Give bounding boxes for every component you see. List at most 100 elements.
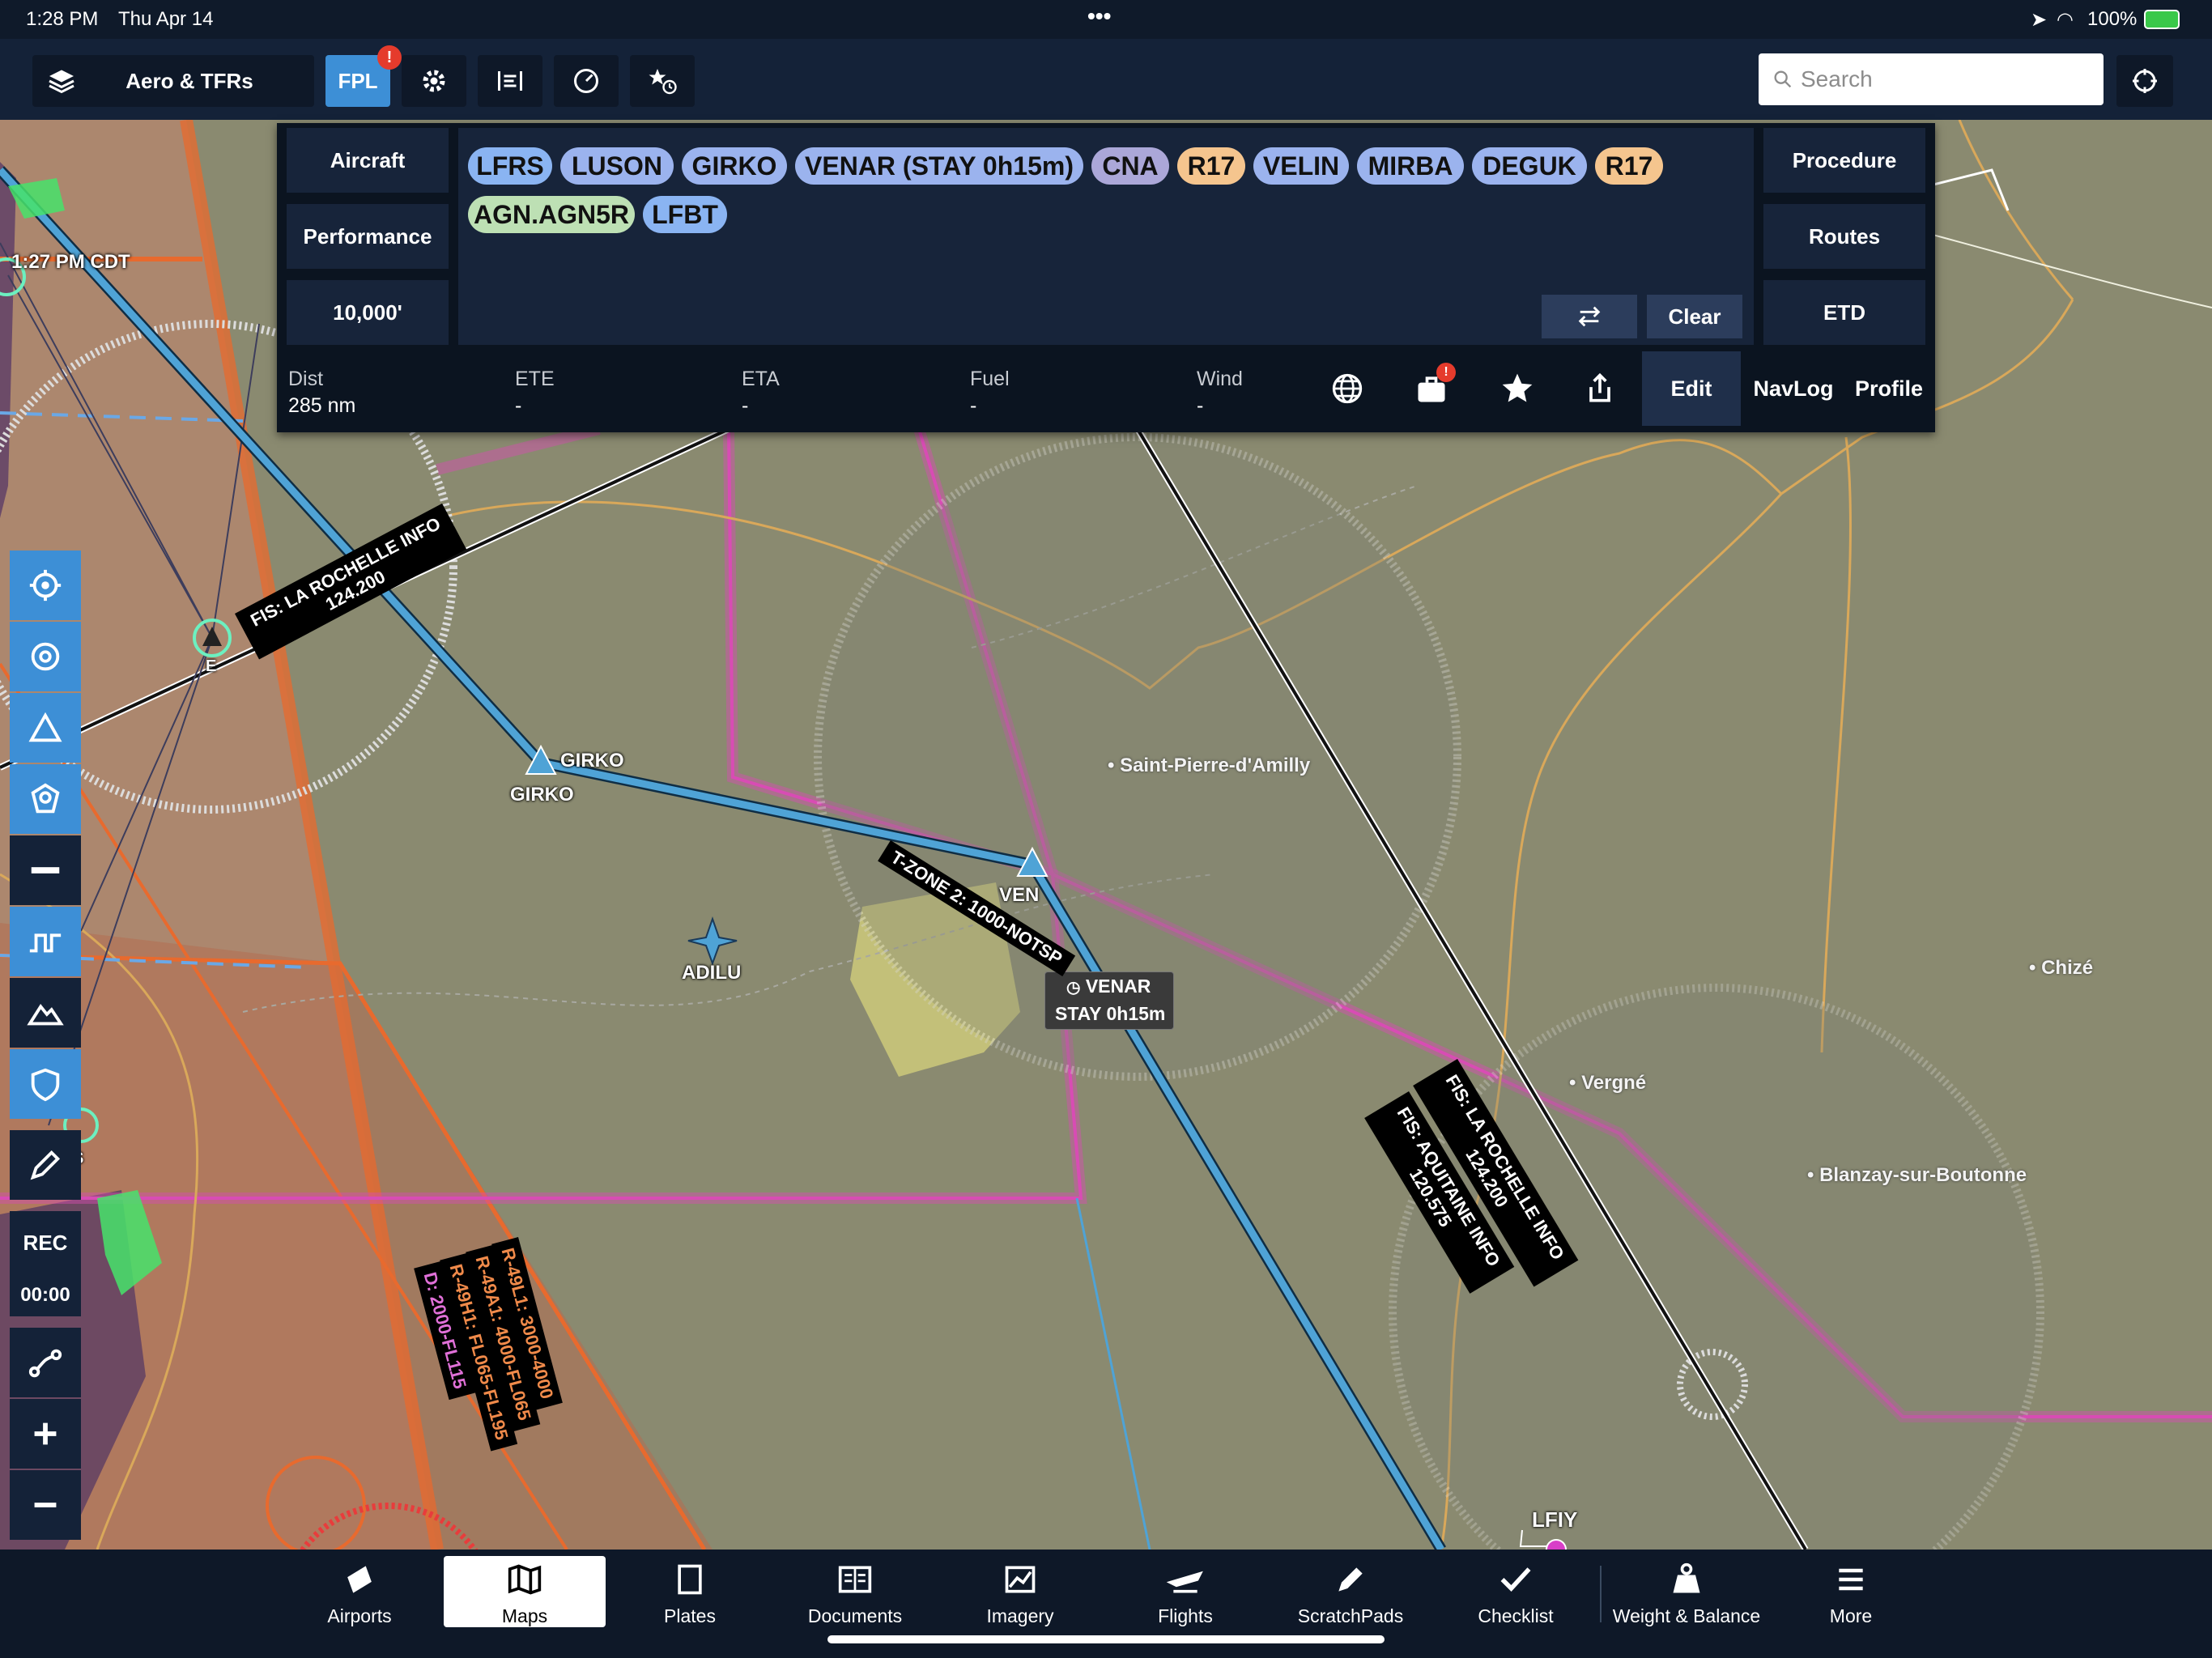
stat-distance: Dist 285 nm: [288, 368, 356, 417]
nav-flights[interactable]: Flights: [1104, 1556, 1266, 1627]
recording-control[interactable]: REC 00:00: [10, 1211, 81, 1316]
route-chip-mirba[interactable]: MIRBA: [1357, 147, 1464, 185]
share-icon[interactable]: [1582, 371, 1618, 406]
swap-arrows-icon: [1578, 306, 1601, 327]
target-icon: [29, 569, 62, 602]
multitask-dots[interactable]: •••: [1087, 3, 1111, 29]
town-saint-pierre-d-amilly: • Saint-Pierre-d'Amilly: [1108, 755, 1311, 776]
route-chip-lfbt[interactable]: LFBT: [643, 196, 727, 233]
fpl-alert-badge: !: [377, 45, 402, 70]
waypoint-label-adilu[interactable]: ADILU: [682, 962, 741, 984]
recents-button[interactable]: [630, 55, 695, 107]
nav-weight-balance[interactable]: Weight & Balance: [1600, 1556, 1773, 1627]
waypoint-label-girko[interactable]: GIRKO: [560, 750, 624, 772]
nav-divider: [1600, 1566, 1602, 1622]
route-chip-velin[interactable]: VELIN: [1253, 147, 1349, 185]
scratchpad-pen-icon: [1338, 1567, 1363, 1592]
tab-edit[interactable]: Edit: [1642, 351, 1741, 426]
nav-documents[interactable]: Documents: [774, 1556, 936, 1627]
tab-navlog[interactable]: NavLog: [1744, 351, 1843, 426]
rec-timer: 00:00: [20, 1284, 70, 1306]
map-icon: [508, 1564, 542, 1595]
venar-hold-callout[interactable]: ◷ VENAR STAY 0h15m: [1044, 971, 1174, 1030]
zoom-in-button[interactable]: [10, 1399, 81, 1469]
ownship-button[interactable]: [10, 622, 81, 691]
plus-icon: [34, 1422, 57, 1445]
battery-percent: 100%: [2087, 8, 2138, 30]
plane-icon: [1166, 1571, 1203, 1593]
crosshair-icon: [2133, 69, 2157, 93]
terrain-button[interactable]: [10, 978, 81, 1048]
airport-label-lfiy[interactable]: LFIY: [1532, 1507, 1577, 1533]
declutter-button[interactable]: [478, 55, 542, 107]
vor-label-e: E: [206, 657, 217, 675]
zoom-out-button[interactable]: [10, 1470, 81, 1540]
traffic-button[interactable]: [10, 693, 81, 763]
briefcase-alert-badge: !: [1436, 363, 1456, 382]
profile-view-button[interactable]: [10, 907, 81, 976]
map-clock: 1:27 PM CDT: [11, 251, 130, 273]
airway-shield-button[interactable]: [10, 1049, 81, 1119]
square-wave-icon: [29, 933, 62, 953]
center-location-button[interactable]: [2116, 55, 2173, 107]
route-nodes-icon: [28, 1349, 62, 1378]
clear-route-button[interactable]: Clear: [1647, 295, 1742, 338]
route-chip-deguk[interactable]: DEGUK: [1472, 147, 1587, 185]
globe-icon[interactable]: [1329, 371, 1365, 406]
reverse-route-button[interactable]: [1542, 295, 1637, 338]
location-icon: ➤: [2031, 9, 2048, 31]
settings-button[interactable]: [402, 55, 466, 107]
wind-button[interactable]: [10, 764, 81, 834]
stat-eta: ETA -: [742, 368, 780, 417]
nav-imagery[interactable]: Imagery: [939, 1556, 1101, 1627]
search-field[interactable]: Search: [1759, 53, 2104, 105]
status-date: Thu Apr 14: [118, 8, 214, 30]
nav-checklist[interactable]: Checklist: [1435, 1556, 1597, 1627]
instruments-button[interactable]: [554, 55, 619, 107]
performance-button[interactable]: Performance: [287, 204, 449, 269]
route-chip-lfrs[interactable]: LFRS: [468, 147, 552, 185]
stat-wind: Wind -: [1197, 368, 1243, 417]
nav-scratchpads[interactable]: ScratchPads: [1270, 1556, 1431, 1627]
route-editor[interactable]: LFRS LUSON GIRKO VENAR (STAY 0h15m) CNA …: [458, 128, 1754, 345]
route-chip-girko[interactable]: GIRKO: [682, 147, 787, 185]
nav-plates[interactable]: Plates: [609, 1556, 771, 1627]
briefcase-button[interactable]: !: [1414, 363, 1456, 406]
minus-icon: [34, 1503, 57, 1507]
status-bar: 1:28 PM Thu Apr 14 ••• ➤ ◠ 100%: [0, 0, 2212, 39]
nav-more[interactable]: More: [1770, 1556, 1932, 1627]
tab-profile[interactable]: Profile: [1843, 351, 1935, 426]
waypoint-label-girko-secondary[interactable]: GIRKO: [510, 784, 574, 806]
venar-callout-name: VENAR: [1085, 976, 1151, 997]
etd-button[interactable]: ETD: [1763, 280, 1925, 345]
fpl-button[interactable]: FPL !: [325, 45, 402, 107]
nav-maps[interactable]: Maps: [444, 1556, 606, 1627]
waypoint-label-venar-partial[interactable]: VEN: [999, 884, 1039, 907]
imagery-icon: [1005, 1566, 1036, 1593]
route-chip-agn5r[interactable]: AGN.AGN5R: [468, 196, 635, 233]
star-icon[interactable]: [1499, 371, 1535, 406]
route-tool-button[interactable]: [10, 1328, 81, 1397]
map-declutter-icon: [498, 71, 522, 91]
routes-button[interactable]: Routes: [1763, 204, 1925, 269]
aircraft-button[interactable]: Aircraft: [287, 128, 449, 193]
stat-fuel: Fuel -: [970, 368, 1010, 417]
altitude-button[interactable]: 10,000': [287, 280, 449, 345]
weight-icon: [1673, 1562, 1700, 1593]
runway-button[interactable]: [10, 835, 81, 905]
route-chip-r17-second[interactable]: R17: [1595, 147, 1663, 185]
route-chip-luson[interactable]: LUSON: [560, 147, 674, 185]
route-chip-venar[interactable]: VENAR (STAY 0h15m): [795, 147, 1083, 185]
town-blanzay-sur-boutonne: • Blanzay-sur-Boutonne: [1807, 1164, 2027, 1186]
battery-icon: [2144, 10, 2180, 29]
procedure-button[interactable]: Procedure: [1763, 128, 1925, 193]
route-chip-cna[interactable]: CNA: [1091, 147, 1169, 185]
track-up-button[interactable]: [10, 551, 81, 620]
draw-button[interactable]: [10, 1130, 81, 1200]
layers-icon: [49, 70, 74, 94]
nav-airports[interactable]: Airports: [279, 1556, 440, 1627]
ownship-icon: [31, 642, 60, 671]
home-indicator[interactable]: [827, 1635, 1385, 1643]
route-chip-r17[interactable]: R17: [1177, 147, 1245, 185]
layers-button[interactable]: Aero & TFRs: [32, 55, 314, 107]
